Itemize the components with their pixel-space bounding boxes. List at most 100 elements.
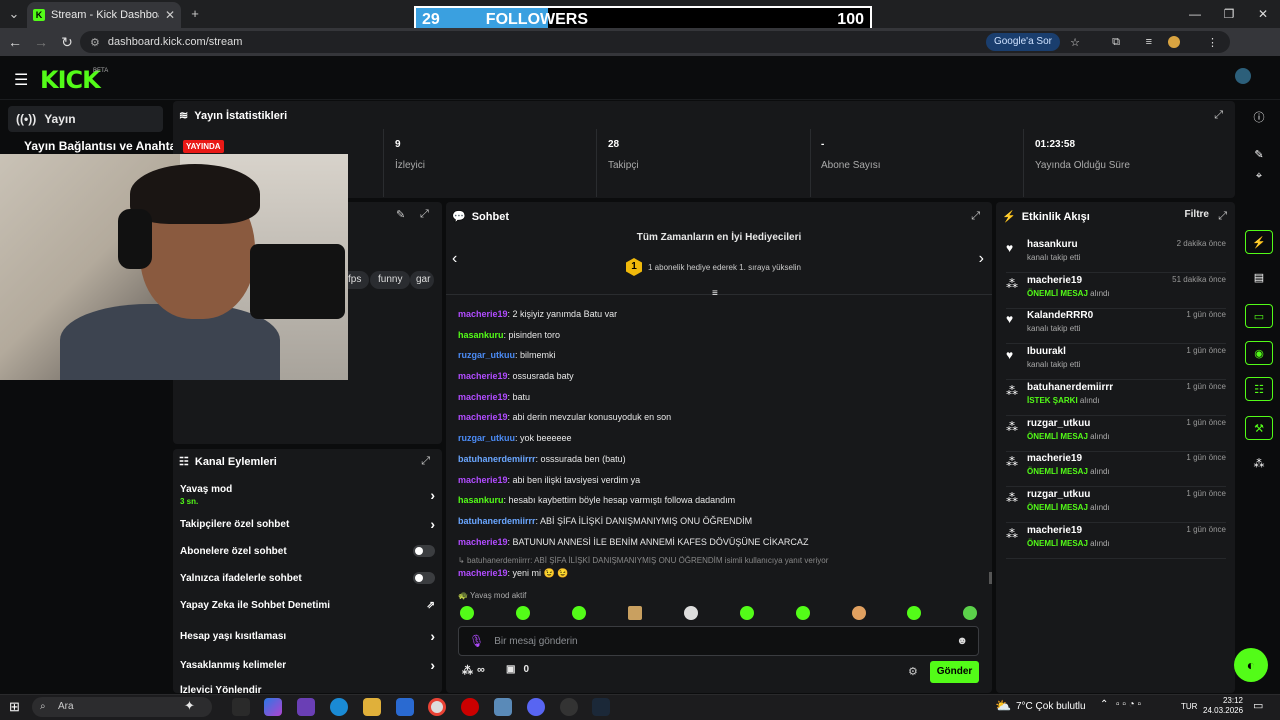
chat-message[interactable]: batuhanerdemiirrr: ABİ ŞİFA İLİŞKİ DANIŞ… (458, 516, 752, 526)
activity-item[interactable]: ⁂ batuhanerdemiirrr 1 gün önce İSTEK ŞARKI … (1006, 380, 1226, 416)
activity-user[interactable]: hasankuru (1027, 239, 1078, 250)
help-chat-button[interactable]: ◐ (1234, 648, 1268, 682)
emote-icon[interactable] (516, 606, 530, 620)
chat-username[interactable]: batuhanerdemiirrr (458, 516, 536, 526)
document-icon[interactable]: ▤ (1245, 266, 1273, 290)
chat-username[interactable]: macherie19 (458, 412, 508, 422)
tray-icons[interactable]: ▫ ▫ ◔ ▫ (1116, 699, 1141, 710)
chat-username[interactable]: macherie19 (458, 309, 508, 319)
forward-icon[interactable]: → (30, 31, 52, 53)
restore-icon[interactable]: ❐ (1212, 0, 1246, 28)
emotes-only-toggle[interactable] (413, 572, 435, 584)
expand-icon[interactable]: ⤢ (420, 208, 429, 221)
wrench-icon[interactable]: ⚒ (1245, 416, 1273, 440)
sliders-icon[interactable]: ☷ (1245, 377, 1273, 401)
outlook-icon[interactable] (396, 698, 414, 716)
hamburger-menu-icon[interactable]: ☰ (14, 70, 28, 90)
chat-message[interactable]: macherie19: BATUNUN ANNESİ İLE BENİM ANN… (458, 537, 808, 547)
chevron-right-icon[interactable]: › (979, 250, 984, 268)
chat-message[interactable]: macherie19: batu (458, 392, 530, 402)
browser-tab[interactable]: K Stream - Kick Dashboard ✕ (27, 2, 181, 28)
chat-username[interactable]: ruzgar_utkuu (458, 350, 515, 360)
app-icon[interactable] (494, 698, 512, 716)
emote-icon[interactable] (907, 606, 921, 620)
edit-pencil-icon[interactable]: ✎ (396, 208, 405, 221)
reading-list-icon[interactable]: ≡ (1146, 36, 1152, 48)
task-view-icon[interactable] (232, 698, 250, 716)
slow-mode-row[interactable]: Yavaş mod 3 sn. › (180, 483, 435, 507)
emote-icon[interactable] (460, 606, 474, 620)
chat-username[interactable]: macherie19 (458, 371, 508, 381)
info-icon[interactable]: ⓘ (1245, 106, 1273, 130)
filter-button[interactable]: Filtre (1185, 209, 1209, 220)
close-window-icon[interactable]: ✕ (1246, 0, 1280, 28)
activity-item[interactable]: ⁂ ruzgar_utkuu 1 gün önce ÖNEMLİ MESAJ alın… (1006, 416, 1226, 452)
tray-chevron-icon[interactable]: ⌃ (1100, 699, 1108, 710)
expand-icon[interactable]: ⤢ (1218, 210, 1227, 223)
chat-username[interactable]: macherie19 (458, 392, 508, 402)
activity-item[interactable]: ⁂ ruzgar_utkuu 1 gün önce ÖNEMLİ MESAJ alın… (1006, 487, 1226, 523)
viewer-management-row[interactable]: İzleyici Yönlendir (180, 685, 435, 693)
emote-icon[interactable] (740, 606, 754, 620)
chat-message[interactable]: batuhanerdemiirrr: osssurada ben (batu) (458, 454, 626, 464)
chat-message[interactable]: macherie19: 2 kişiyiz yanımda Batu var (458, 309, 617, 319)
subs-only-toggle[interactable] (413, 545, 435, 557)
sidebar-item-stream-key[interactable]: Yayın Bağlantısı ve Anahtarı (24, 139, 184, 153)
expand-icon[interactable]: ⤢ (1214, 109, 1223, 122)
url-field[interactable]: ⚙ dashboard.kick.com/stream Google'a Sor… (80, 31, 1230, 53)
pin-toggle-icon[interactable]: ≡ (712, 288, 718, 299)
activity-item[interactable]: ⁂ macherie19 1 gün önce ÖNEMLİ MESAJ alındı (1006, 523, 1226, 559)
activity-user[interactable]: macherie19 (1027, 453, 1082, 464)
input-language[interactable]: TUR (1181, 702, 1197, 711)
clock[interactable]: 23:12 24.03.2026 (1203, 696, 1243, 716)
chat-username[interactable]: ruzgar_utkuu (458, 433, 515, 443)
emote-icon[interactable] (852, 606, 866, 620)
emote-icon[interactable] (628, 606, 642, 620)
activity-item[interactable]: ♥ hasankuru 2 dakika önce kanalı takip etti (1006, 237, 1226, 273)
opera-icon[interactable] (461, 698, 479, 716)
chat-message[interactable]: hasankuru: pisinden toro (458, 330, 560, 340)
windows-start-icon[interactable]: ⊞ (9, 699, 20, 715)
emoji-icon[interactable]: ☻ (956, 635, 968, 647)
followers-only-row[interactable]: Takipçilere özel sohbet › (180, 516, 435, 532)
activity-item[interactable]: ⁂ macherie19 1 gün önce ÖNEMLİ MESAJ alındı (1006, 451, 1226, 488)
app-icon[interactable] (297, 698, 315, 716)
chat-message[interactable]: ruzgar_utkuu: bilmemki (458, 350, 556, 360)
kick-logo[interactable]: KICK (40, 66, 101, 94)
emote-icon[interactable] (684, 606, 698, 620)
notification-icon[interactable]: ▭ (1253, 699, 1263, 712)
chat-username[interactable]: macherie19 (458, 537, 508, 547)
emote-icon[interactable] (572, 606, 586, 620)
chat-message[interactable]: ruzgar_utkuu: yok beeeeee (458, 433, 572, 443)
emote-icon[interactable] (796, 606, 810, 620)
chat-message[interactable]: macherie19: ossusrada baty (458, 371, 574, 381)
edge-icon[interactable] (330, 698, 348, 716)
activity-user[interactable]: KalandeRRR0 (1027, 310, 1093, 321)
sparkle-icon[interactable]: ✦ (184, 698, 195, 714)
gift-count[interactable]: ▣ 0 (506, 664, 529, 675)
activity-user[interactable]: ruzgar_utkuu (1027, 489, 1090, 500)
chat-settings-gear-icon[interactable]: ⚙ (908, 665, 918, 678)
emote-icon[interactable] (963, 606, 977, 620)
expand-icon[interactable]: ⤢ (971, 210, 980, 223)
send-button[interactable]: Gönder (930, 661, 979, 683)
close-tab-icon[interactable]: ✕ (165, 8, 175, 22)
chat-username[interactable]: macherie19 (458, 475, 508, 485)
site-info-icon[interactable]: ⚙ (90, 36, 100, 49)
activity-item[interactable]: ♥ KalandeRRR0 1 gün önce kanalı takip etti (1006, 308, 1226, 345)
ai-moderation-row[interactable]: Yapay Zeka ile Sohbet Denetimi ⇗ (180, 600, 435, 611)
broadcast-icon[interactable]: ◉ (1245, 341, 1273, 365)
steam-icon[interactable] (592, 698, 610, 716)
tab-search-icon[interactable]: ⌄ (4, 4, 24, 24)
activity-item[interactable]: ⁂ macherie19 51 dakika önce ÖNEMLİ MESAJ al… (1006, 273, 1226, 309)
chat-username[interactable]: batuhanerdemiirrr (458, 454, 536, 464)
extensions-icon[interactable]: ⧉ (1112, 36, 1120, 49)
chat-bubble-icon[interactable]: ▭ (1245, 304, 1273, 328)
file-explorer-icon[interactable] (363, 698, 381, 716)
kicks-points[interactable]: ⁂ ∞ (462, 664, 485, 677)
browser-menu-icon[interactable]: ⋮ (1207, 36, 1218, 49)
chrome-icon[interactable] (428, 698, 446, 716)
chat-input[interactable]: 🎙 Bir mesaj gönderin ☻ (458, 626, 979, 656)
chat-username[interactable]: hasankuru (458, 330, 504, 340)
activity-user[interactable]: ruzgar_utkuu (1027, 418, 1090, 429)
